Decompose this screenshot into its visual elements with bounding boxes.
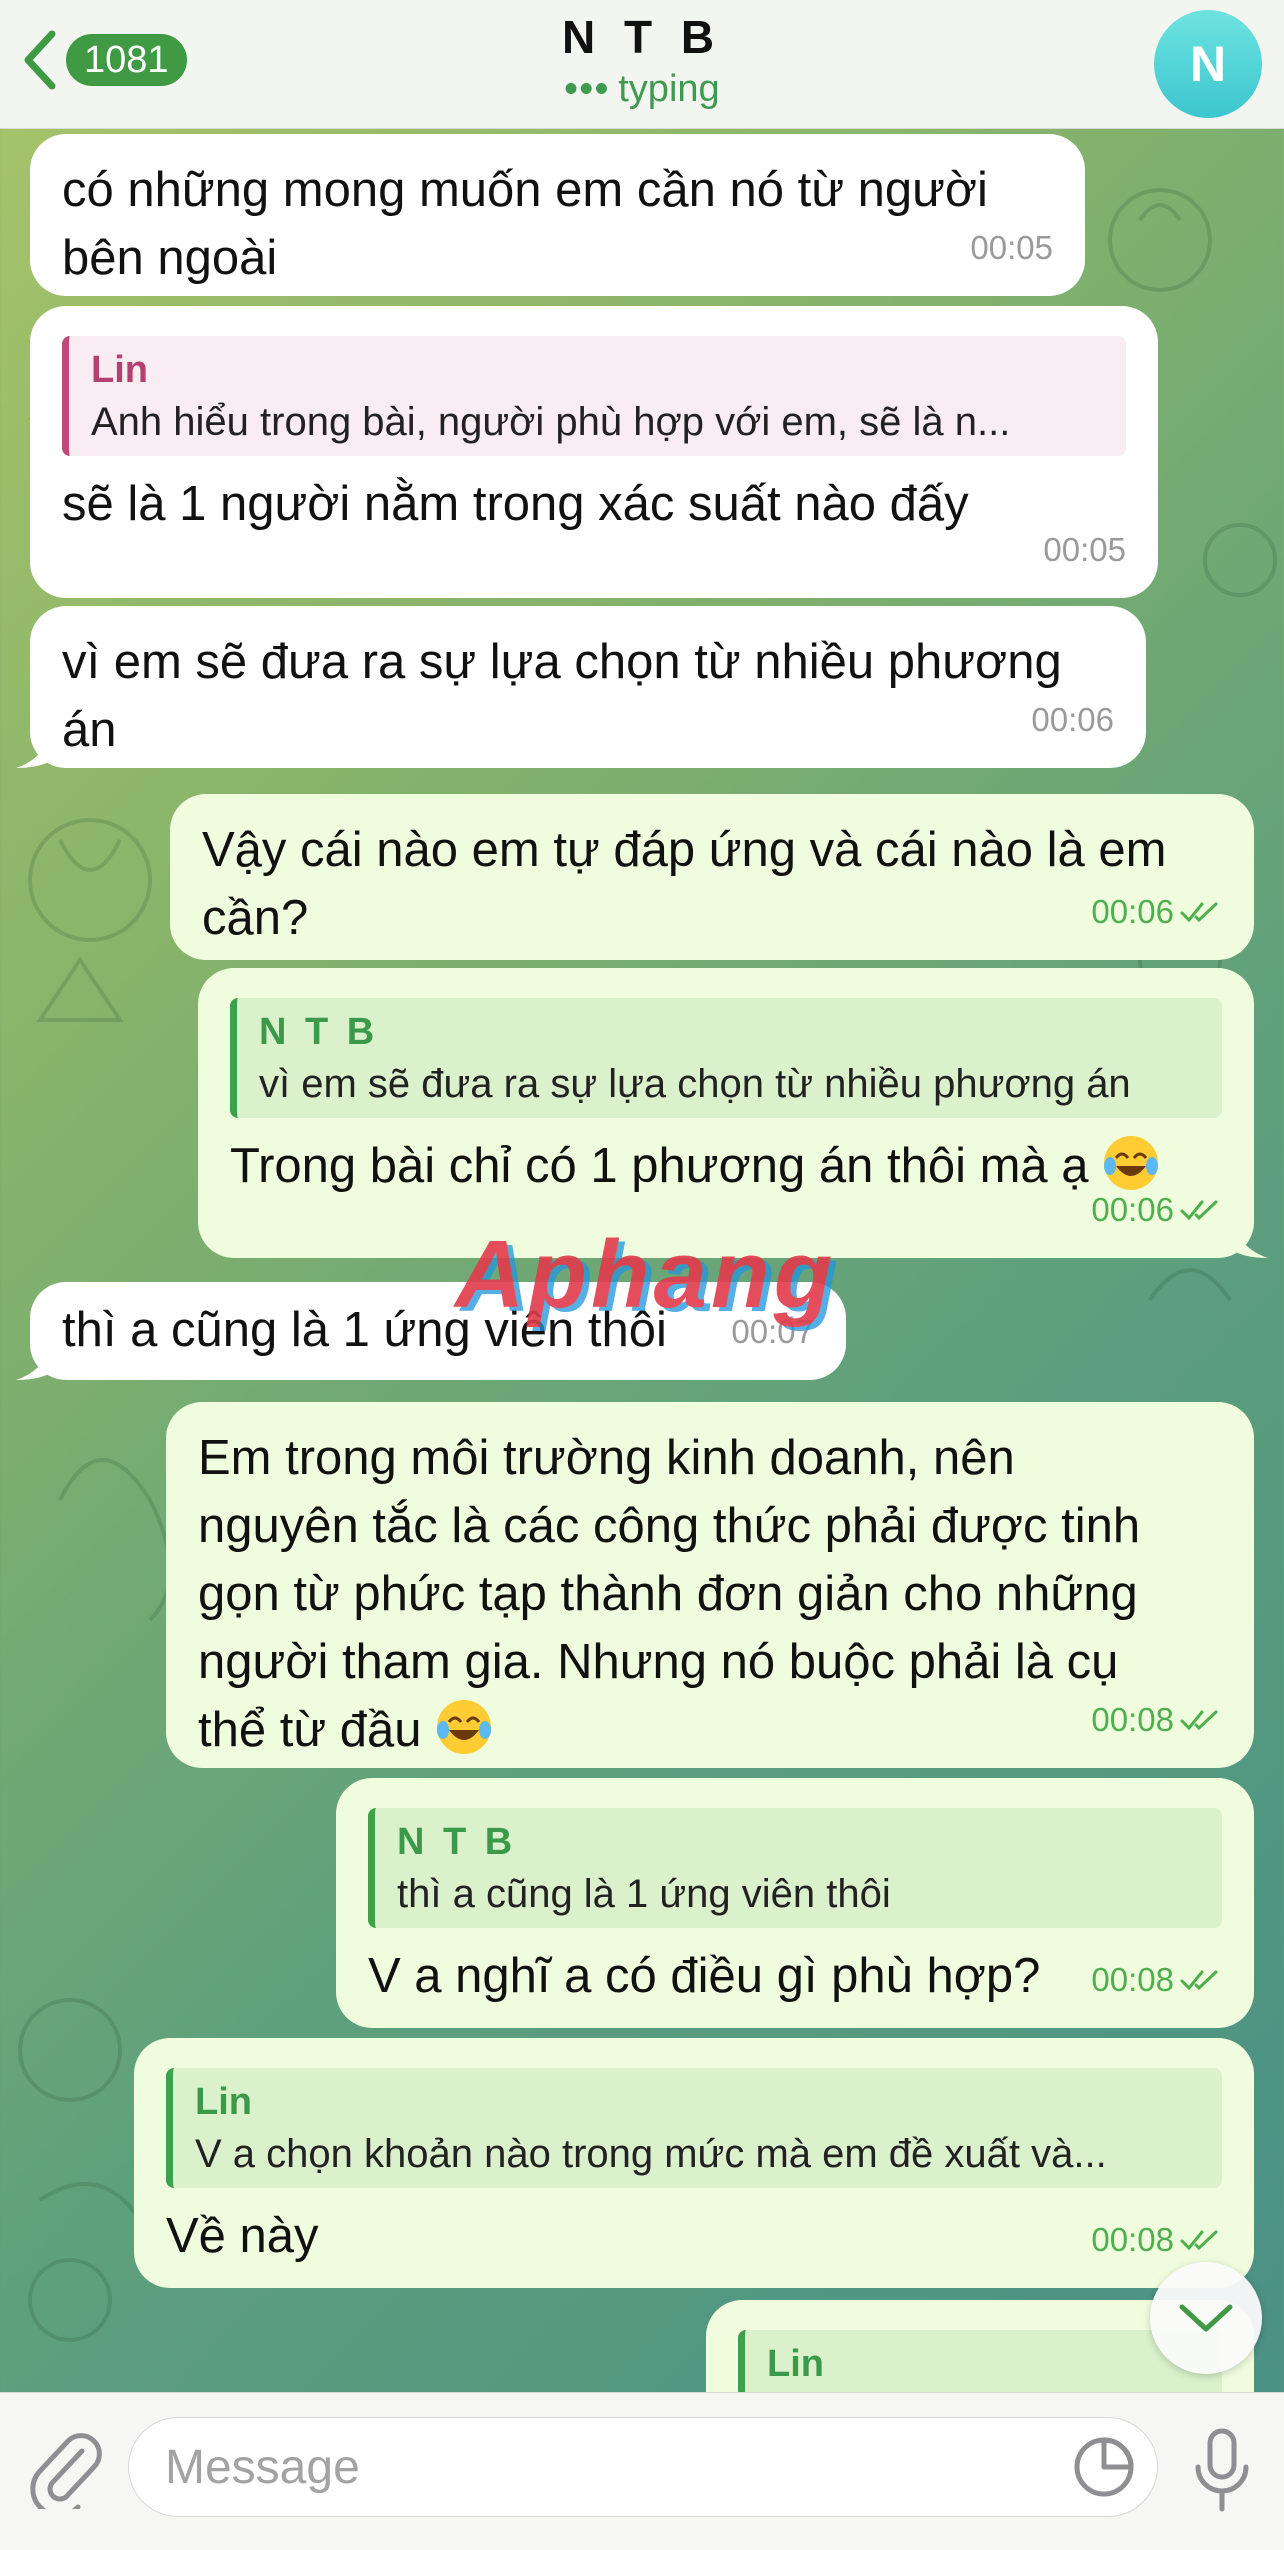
quote-author: Lin [195,2081,252,2123]
message-text: thể từ đầu [198,1696,1222,1764]
double-check-icon [1180,1970,1218,1991]
quote-text: V a chọn khoản nào trong mức mà em đề xu… [195,2132,1107,2176]
quote-text: Anh hiểu trong bài, người phù hợp với em… [91,400,1011,444]
message-time: 00:06 [1091,1176,1222,1244]
message-text: gọn từ phức tạp thành đơn giản cho những [198,1567,1138,1621]
chat-header: 1081 N T B ••• typing N [0,0,1284,129]
bubble-tail [16,1340,52,1380]
chevron-down-icon [1179,2304,1233,2332]
message-bubble-incoming[interactable]: vì em sẽ đưa ra sự lựa chọn từ nhiều phư… [16,606,1146,768]
quote-author: N T B [259,1011,379,1053]
chat-title[interactable]: N T B [0,10,1284,64]
double-check-icon [1180,902,1218,923]
bubble-tail [1232,1218,1268,1258]
quote-author: Lin [767,2343,824,2385]
watermark-logo: Aphang [455,1221,837,1328]
scroll-to-bottom-button[interactable] [1150,2262,1262,2374]
message-bubble-outgoing[interactable]: N T B thì a cũng là 1 ứng viên thôi V a … [336,1778,1254,2028]
quote-author: Lin [91,349,148,391]
bubble-tail [16,728,52,768]
reply-quote[interactable]: N T B thì a cũng là 1 ứng viên thôi [368,1808,1222,1928]
message-text: vì em sẽ đưa ra sự lựa chọn từ nhiều phư… [62,635,1062,689]
message-text: Em trong môi trường kinh doanh, nên [198,1431,1015,1485]
message-text: cần? [202,891,309,945]
message-input-placeholder: Message [165,2441,360,2494]
double-check-icon [1180,1200,1218,1221]
double-check-icon [1180,1710,1218,1731]
message-text: án [62,703,117,757]
avatar[interactable]: N [1154,10,1262,118]
message-time: 00:08 [1091,1686,1222,1754]
quote-author: N T B [397,1821,517,1863]
double-check-icon [1180,2230,1218,2251]
quote-text: thì a cũng là 1 ứng viên thôi [397,1872,891,1916]
message-bubble-outgoing[interactable]: Lin V a chọn khoản nào trong mức mà em đ… [134,2038,1254,2288]
message-text: Trong bài chỉ có 1 phương án thôi mà ạ [230,1132,1222,1200]
message-text: người tham gia. Nhưng nó buộc phải là cụ [198,1635,1119,1689]
message-text: Vậy cái nào em tự đáp ứng và cái nào là … [202,823,1167,877]
reply-quote[interactable]: Lin [738,2330,1222,2398]
message-input-bar: Message [0,2392,1284,2550]
message-time: 00:06 [1031,701,1114,738]
message-bubble-outgoing[interactable]: Vậy cái nào em tự đáp ứng và cái nào là … [170,794,1254,960]
paperclip-icon[interactable] [30,2429,104,2509]
tears-of-joy-emoji-icon [437,1700,492,1754]
message-input[interactable]: Message [128,2417,1158,2517]
message-text: sẽ là 1 người nằm trong xác suất nào đấy [62,477,969,531]
reply-quote[interactable]: Lin V a chọn khoản nào trong mức mà em đ… [166,2068,1222,2188]
message-text: có những mong muốn em cần nó từ người [62,163,988,217]
message-text: bên ngoài [62,231,278,285]
sticker-icon[interactable] [1073,2436,1135,2498]
message-time: 00:05 [970,229,1053,266]
message-time: 00:05 [1043,531,1126,568]
quote-text: vì em sẽ đưa ra sự lựa chọn từ nhiều phư… [259,1062,1131,1106]
microphone-icon[interactable] [1192,2427,1252,2513]
reply-quote[interactable]: N T B vì em sẽ đưa ra sự lựa chọn từ nhi… [230,998,1222,1118]
typing-status: ••• typing [564,68,720,110]
message-text: nguyên tắc là các công thức phải được ti… [198,1499,1141,1553]
typing-dots-icon: ••• [564,68,611,110]
reply-quote[interactable]: Lin Anh hiểu trong bài, người phù hợp vớ… [62,336,1126,456]
message-time: 00:08 [1091,1946,1222,2014]
message-bubble-incoming[interactable]: có những mong muốn em cần nó từ người bê… [30,134,1085,296]
message-bubble-outgoing[interactable]: N T B vì em sẽ đưa ra sự lựa chọn từ nhi… [198,968,1268,1258]
message-time: 00:06 [1091,878,1222,946]
message-bubble-incoming[interactable]: Lin Anh hiểu trong bài, người phù hợp vớ… [30,306,1158,598]
message-bubble-outgoing[interactable]: Em trong môi trường kinh doanh, nên nguy… [166,1402,1254,1768]
message-text: Về này [166,2209,319,2263]
